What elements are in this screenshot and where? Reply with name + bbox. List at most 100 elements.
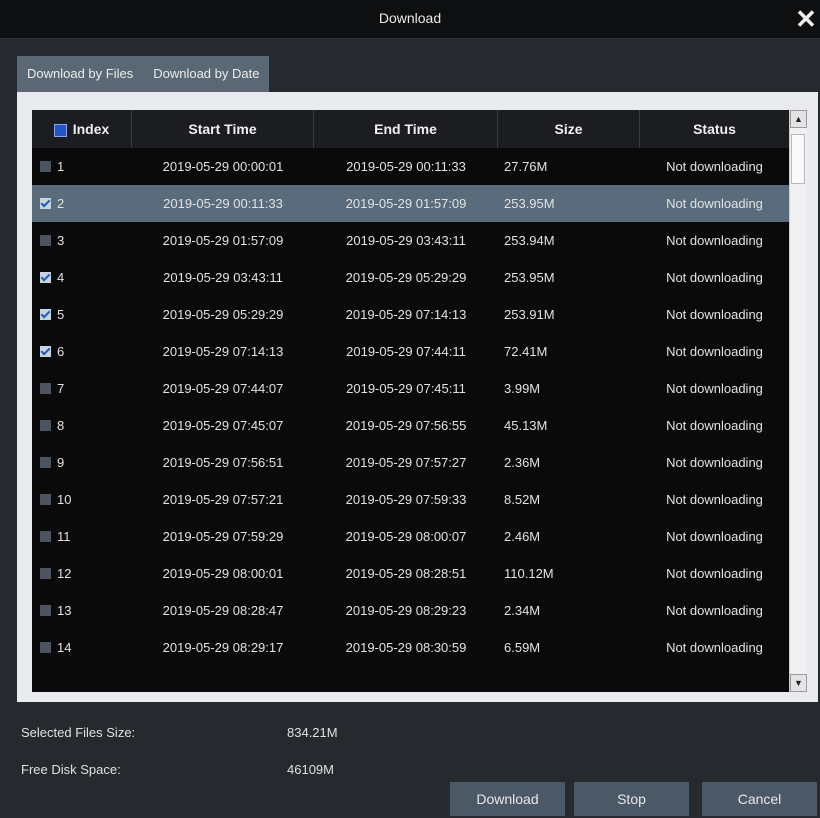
status-cell: Not downloading — [666, 603, 763, 618]
status-cell: Not downloading — [666, 270, 763, 285]
status-cell: Not downloading — [666, 418, 763, 433]
row-checkbox[interactable] — [40, 420, 51, 431]
table-row[interactable]: 10 2019-05-29 07:57:21 2019-05-29 07:59:33… — [32, 481, 789, 518]
row-checkbox[interactable] — [40, 605, 51, 616]
scroll-up-icon[interactable]: ▲ — [790, 110, 807, 128]
row-checkbox[interactable] — [40, 235, 51, 246]
table-row[interactable]: 13 2019-05-29 08:28:47 2019-05-29 08:29:23… — [32, 592, 789, 629]
table-row[interactable]: 3 2019-05-29 01:57:09 2019-05-29 03:43:11 2… — [32, 222, 789, 259]
start-time-cell: 2019-05-29 08:29:17 — [162, 640, 284, 655]
row-index: 13 — [57, 603, 72, 618]
scroll-down-icon[interactable]: ▼ — [790, 674, 807, 692]
end-time-cell: 2019-05-29 08:00:07 — [345, 529, 467, 544]
end-time-cell: 2019-05-29 07:14:13 — [345, 307, 467, 322]
start-time-cell: 2019-05-29 07:59:29 — [162, 529, 284, 544]
table-row[interactable]: 9 2019-05-29 07:56:51 2019-05-29 07:57:27 2… — [32, 444, 789, 481]
size-cell: 27.76M — [504, 159, 548, 174]
table-row[interactable]: 2 2019-05-29 00:11:33 2019-05-29 01:57:09 2… — [32, 185, 789, 222]
tab-download-by-date[interactable]: Download by Date — [143, 56, 270, 92]
index-cell: 10 — [32, 481, 132, 518]
status-cell: Not downloading — [666, 640, 763, 655]
end-time-cell: 2019-05-29 07:59:33 — [345, 492, 467, 507]
cancel-button[interactable]: Cancel — [702, 782, 817, 816]
row-checkbox[interactable] — [40, 383, 51, 394]
file-table: Index Start Time End Time Size Status 12… — [32, 110, 789, 692]
index-cell: 1 — [32, 148, 132, 185]
row-checkbox[interactable] — [40, 198, 51, 209]
row-checkbox[interactable] — [40, 494, 51, 505]
row-checkbox[interactable] — [40, 531, 51, 542]
column-header-status[interactable]: Status — [640, 110, 789, 148]
row-checkbox[interactable] — [40, 642, 51, 653]
row-checkbox[interactable] — [40, 457, 51, 468]
scrollbar-thumb[interactable] — [791, 134, 805, 184]
table-body: 1 2019-05-29 00:00:01 2019-05-29 00:11:33 2… — [32, 148, 789, 666]
size-cell: 45.13M — [504, 418, 548, 433]
end-time-cell: 2019-05-29 01:57:09 — [345, 196, 467, 211]
end-time-cell: 2019-05-29 08:28:51 — [345, 566, 467, 581]
end-time-cell: 2019-05-29 03:43:11 — [346, 233, 466, 248]
column-header-index[interactable]: Index — [32, 110, 132, 148]
index-cell: 7 — [32, 370, 132, 407]
size-cell: 3.99M — [504, 381, 541, 396]
table-row[interactable]: 11 2019-05-29 07:59:29 2019-05-29 08:00:07… — [32, 518, 789, 555]
column-header-start-time[interactable]: Start Time — [132, 110, 314, 148]
index-cell: 12 — [32, 555, 132, 592]
status-cell: Not downloading — [666, 344, 763, 359]
download-button[interactable]: Download — [450, 782, 565, 816]
end-time-cell: 2019-05-29 07:57:27 — [345, 455, 467, 470]
row-index: 14 — [57, 640, 72, 655]
tab-bar: Download by Files Download by Date — [17, 56, 270, 92]
row-index: 7 — [57, 381, 65, 396]
row-checkbox[interactable] — [40, 346, 51, 357]
row-index: 3 — [57, 233, 65, 248]
status-cell: Not downloading — [666, 196, 763, 211]
start-time-cell: 2019-05-29 08:00:01 — [162, 566, 284, 581]
tab-download-by-files[interactable]: Download by Files — [17, 56, 144, 92]
column-header-end-time[interactable]: End Time — [314, 110, 498, 148]
row-index: 8 — [57, 418, 65, 433]
selected-files-size-label: Selected Files Size: — [21, 725, 136, 740]
end-time-cell: 2019-05-29 08:30:59 — [345, 640, 467, 655]
close-icon[interactable]: ✕ — [792, 2, 820, 36]
table-row[interactable]: 12 2019-05-29 08:00:01 2019-05-29 08:28:51… — [32, 555, 789, 592]
table-row[interactable]: 5 2019-05-29 05:29:29 2019-05-29 07:14:13 2… — [32, 296, 789, 333]
size-cell: 72.41M — [504, 344, 548, 359]
table-row[interactable]: 7 2019-05-29 07:44:07 2019-05-29 07:45:11 3… — [32, 370, 789, 407]
row-index: 2 — [57, 196, 65, 211]
table-row[interactable]: 8 2019-05-29 07:45:07 2019-05-29 07:56:55 4… — [32, 407, 789, 444]
index-cell: 4 — [32, 259, 132, 296]
select-all-checkbox[interactable] — [53, 123, 67, 137]
row-checkbox[interactable] — [40, 568, 51, 579]
row-checkbox[interactable] — [40, 161, 51, 172]
size-cell: 6.59M — [504, 640, 541, 655]
column-header-size[interactable]: Size — [498, 110, 640, 148]
index-cell: 2 — [32, 185, 132, 222]
status-cell: Not downloading — [666, 381, 763, 396]
table-row[interactable]: 6 2019-05-29 07:14:13 2019-05-29 07:44:11 7… — [32, 333, 789, 370]
vertical-scrollbar[interactable]: ▲ ▼ — [789, 110, 807, 692]
start-time-cell: 2019-05-29 07:56:51 — [162, 455, 284, 470]
status-cell: Not downloading — [666, 492, 763, 507]
table-row[interactable]: 1 2019-05-29 00:00:01 2019-05-29 00:11:33 2… — [32, 148, 789, 185]
row-checkbox[interactable] — [40, 272, 51, 283]
start-time-cell: 2019-05-29 07:14:13 — [162, 344, 284, 359]
start-time-cell: 2019-05-29 07:57:21 — [162, 492, 284, 507]
index-cell: 6 — [32, 333, 132, 370]
end-time-cell: 2019-05-29 07:56:55 — [345, 418, 467, 433]
size-cell: 253.95M — [504, 270, 555, 285]
size-cell: 253.94M — [504, 233, 555, 248]
stop-button[interactable]: Stop — [574, 782, 689, 816]
index-cell: 9 — [32, 444, 132, 481]
size-cell: 253.91M — [504, 307, 555, 322]
size-cell: 2.46M — [504, 529, 541, 544]
end-time-cell: 2019-05-29 07:45:11 — [346, 381, 466, 396]
start-time-cell: 2019-05-29 07:45:07 — [162, 418, 284, 433]
row-index: 5 — [57, 307, 65, 322]
start-time-cell: 2019-05-29 03:43:11 — [163, 270, 283, 285]
row-checkbox[interactable] — [40, 309, 51, 320]
table-row[interactable]: 4 2019-05-29 03:43:11 2019-05-29 05:29:29 2… — [32, 259, 789, 296]
free-disk-space-value: 46109M — [287, 762, 334, 777]
table-row[interactable]: 14 2019-05-29 08:29:17 2019-05-29 08:30:59… — [32, 629, 789, 666]
file-list-panel: Index Start Time End Time Size Status 12… — [17, 92, 818, 702]
